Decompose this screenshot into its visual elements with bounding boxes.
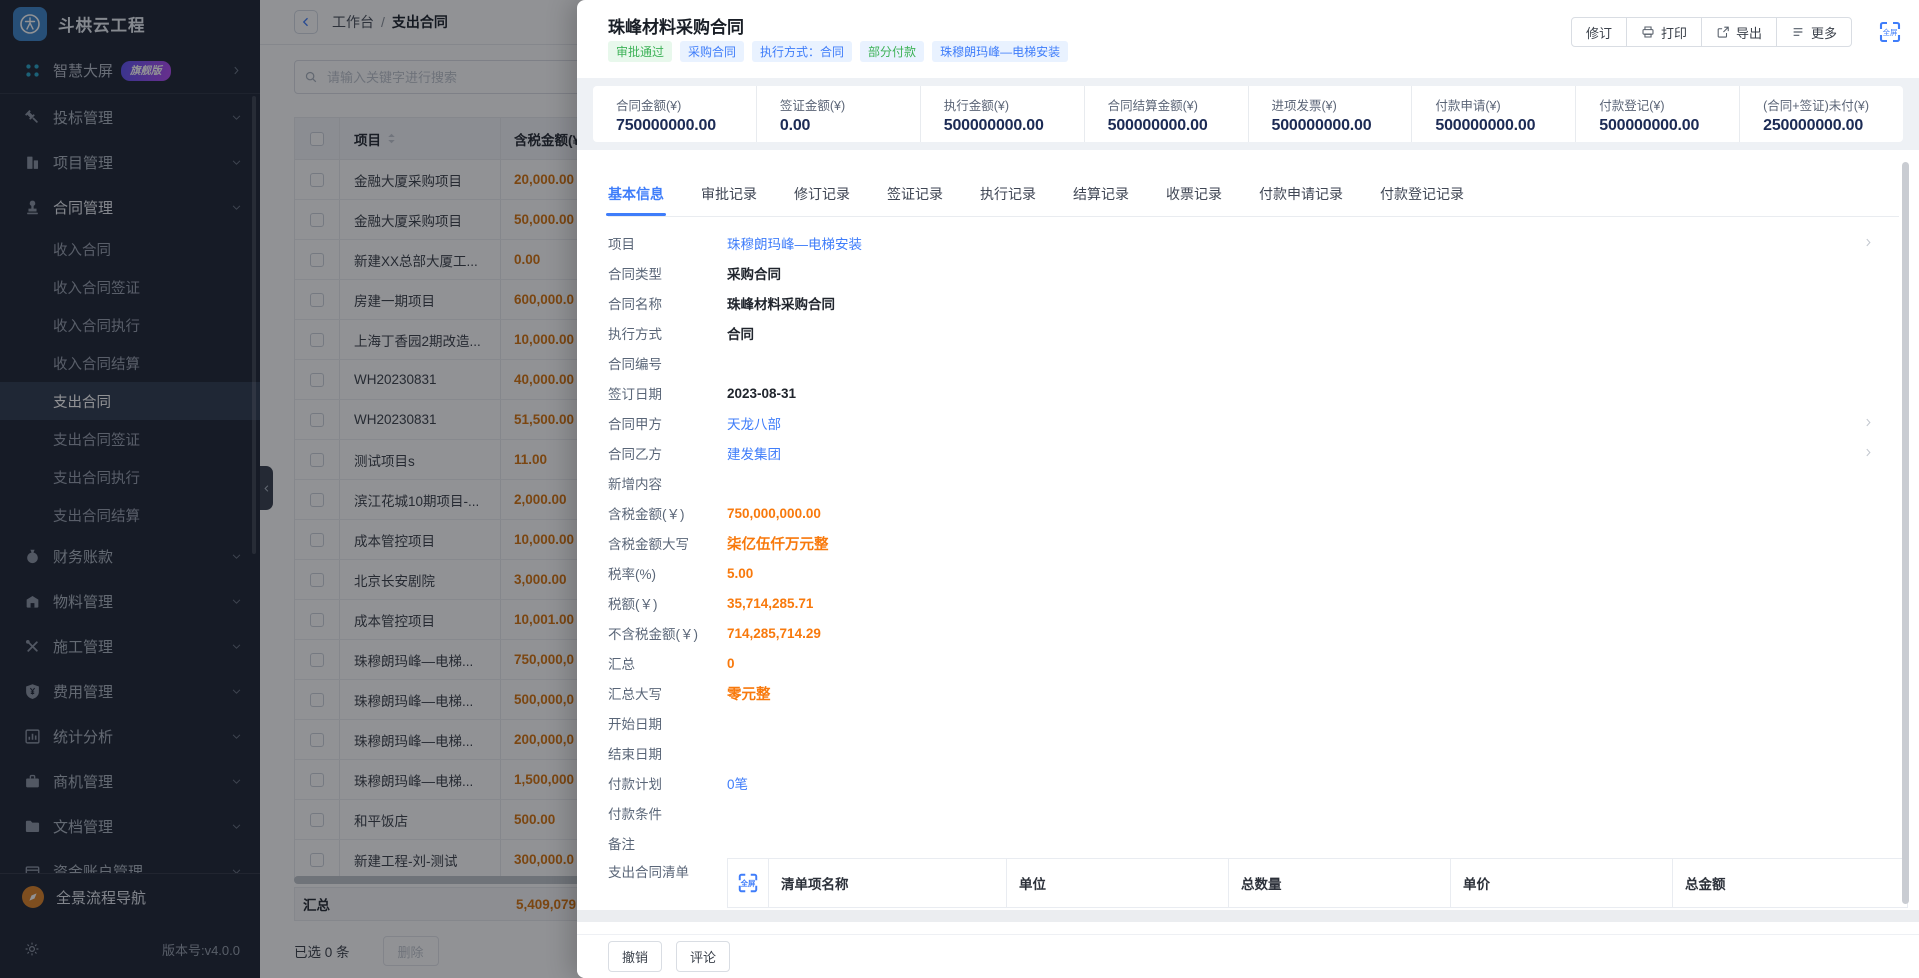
field-row-tax-excluded-amount: 不含税金额(￥)714,285,714.29 — [608, 618, 1879, 648]
metric-payment-request: 付款申请(¥)500000000.00 — [1411, 86, 1575, 142]
drawer-vertical-scrollbar[interactable] — [1902, 162, 1909, 904]
export-button[interactable]: 导出 — [1701, 17, 1777, 47]
column-header-unit: 单位 — [1006, 859, 1228, 907]
field-row-total: 汇总0 — [608, 648, 1879, 678]
tag-list: 审批通过 采购合同 执行方式：合同 部分付款 珠穆朗玛峰—电梯安装 — [608, 41, 1068, 62]
metric-payment-registration: 付款登记(¥)500000000.00 — [1575, 86, 1739, 142]
status-badge-approved: 审批通过 — [608, 41, 672, 62]
column-header-total-amount: 总金额 — [1672, 859, 1907, 907]
contract-detail-drawer: 珠峰材料采购合同 审批通过 采购合同 执行方式：合同 部分付款 珠穆朗玛峰—电梯… — [577, 0, 1919, 978]
field-row-payment-plan: 付款计划0笔 — [608, 768, 1879, 798]
tab-settlement-records[interactable]: 结算记录 — [1073, 172, 1129, 216]
party-a-link[interactable]: 天龙八部 — [727, 413, 781, 433]
metric-contract-amount: 合同金额(¥)750000000.00 — [593, 86, 756, 142]
field-row-project: 项目 珠穆朗玛峰—电梯安装 — [608, 228, 1879, 258]
detail-list-label: 支出合同清单 — [608, 858, 689, 888]
drawer-horizontal-scrollbar[interactable] — [577, 910, 1919, 922]
drawer-actions: 修订 打印 导出 更多 — [1571, 17, 1852, 47]
field-row-tax-amount: 税额(￥)35,714,285.71 — [608, 588, 1879, 618]
chevron-right-icon[interactable] — [1863, 416, 1874, 429]
field-row-new-content: 新增内容 — [608, 468, 1879, 498]
tab-payment-registration-records[interactable]: 付款登记记录 — [1380, 172, 1464, 216]
drawer-tabs: 基本信息 审批记录 修订记录 签证记录 执行记录 结算记录 收票记录 付款申请记… — [608, 150, 1899, 217]
contract-items-table: 全屏 清单项名称 单位 总数量 单价 总金额 — [727, 858, 1908, 908]
print-button[interactable]: 打印 — [1626, 17, 1702, 47]
column-header-unit-price: 单价 — [1450, 859, 1672, 907]
tab-basic-info[interactable]: 基本信息 — [608, 172, 664, 216]
tab-revision-records[interactable]: 修订记录 — [794, 172, 850, 216]
field-row-start-date: 开始日期 — [608, 708, 1879, 738]
drawer-title: 珠峰材料采购合同 — [608, 13, 744, 38]
comment-button[interactable]: 评论 — [676, 941, 730, 972]
tag-project: 珠穆朗玛峰—电梯安装 — [932, 41, 1068, 62]
metric-unpaid: (合同+签证)未付(¥)250000000.00 — [1739, 86, 1903, 142]
field-row-end-date: 结束日期 — [608, 738, 1879, 768]
tag-execution-mode: 执行方式：合同 — [752, 41, 852, 62]
metric-settlement-amount: 合同结算金额(¥)500000000.00 — [1084, 86, 1248, 142]
metrics-band: 合同金额(¥)750000000.00 签证金额(¥)0.00 执行金额(¥)5… — [577, 78, 1919, 150]
fullscreen-icon[interactable]: 全屏 — [1878, 20, 1902, 44]
list-icon — [1791, 25, 1805, 39]
column-header-item-name: 清单项名称 — [768, 859, 1006, 907]
field-row-tax-rate: 税率(%)5.00 — [608, 558, 1879, 588]
tag-contract-type: 采购合同 — [680, 41, 744, 62]
field-row-contract-no: 合同编号 — [608, 348, 1879, 378]
field-row-execution-mode: 执行方式合同 — [608, 318, 1879, 348]
metrics-card: 合同金额(¥)750000000.00 签证金额(¥)0.00 执行金额(¥)5… — [593, 86, 1903, 142]
tag-payment-status: 部分付款 — [860, 41, 924, 62]
party-b-link[interactable]: 建发集团 — [727, 443, 781, 463]
field-row-amount-in-words: 含税金额大写柒亿伍仟万元整 — [608, 528, 1879, 558]
metric-input-invoice: 进项发票(¥)500000000.00 — [1248, 86, 1412, 142]
tab-visa-records[interactable]: 签证记录 — [887, 172, 943, 216]
revise-button[interactable]: 修订 — [1571, 17, 1627, 47]
field-row-party-b: 合同乙方 建发集团 — [608, 438, 1879, 468]
tab-approval-records[interactable]: 审批记录 — [701, 172, 757, 216]
metric-visa-amount: 签证金额(¥)0.00 — [756, 86, 920, 142]
field-row-contract-name: 合同名称珠峰材料采购合同 — [608, 288, 1879, 318]
tab-execution-records[interactable]: 执行记录 — [980, 172, 1036, 216]
field-row-remarks: 备注 — [608, 828, 1879, 858]
tab-payment-request-records[interactable]: 付款申请记录 — [1259, 172, 1343, 216]
payment-plan-link[interactable]: 0笔 — [727, 773, 748, 793]
drawer-footer: 撤销 评论 — [577, 934, 1919, 978]
field-row-total-in-words: 汇总大写零元整 — [608, 678, 1879, 708]
chevron-right-icon[interactable] — [1863, 236, 1874, 249]
field-row-tax-included-amount: 含税金额(￥)750,000,000.00 — [608, 498, 1879, 528]
column-header-total-qty: 总数量 — [1228, 859, 1450, 907]
field-row-payment-terms: 付款条件 — [608, 798, 1879, 828]
basic-info-fields: 项目 珠穆朗玛峰—电梯安装 合同类型采购合同 合同名称珠峰材料采购合同 执行方式… — [608, 228, 1879, 858]
field-row-party-a: 合同甲方 天龙八部 — [608, 408, 1879, 438]
field-row-sign-date: 签订日期2023-08-31 — [608, 378, 1879, 408]
more-button[interactable]: 更多 — [1776, 17, 1852, 47]
withdraw-button[interactable]: 撤销 — [608, 941, 662, 972]
chevron-right-icon[interactable] — [1863, 446, 1874, 459]
project-link[interactable]: 珠穆朗玛峰—电梯安装 — [727, 233, 862, 253]
field-row-contract-type: 合同类型采购合同 — [608, 258, 1879, 288]
table-fullscreen-icon[interactable]: 全屏 — [737, 872, 759, 894]
metric-execution-amount: 执行金额(¥)500000000.00 — [920, 86, 1084, 142]
export-icon — [1716, 25, 1730, 39]
tab-invoice-records[interactable]: 收票记录 — [1166, 172, 1222, 216]
app-root: 斗栱云工程 智慧大屏 旗舰版 投标管理 项目管理 — [0, 0, 1919, 978]
printer-icon — [1641, 25, 1655, 39]
